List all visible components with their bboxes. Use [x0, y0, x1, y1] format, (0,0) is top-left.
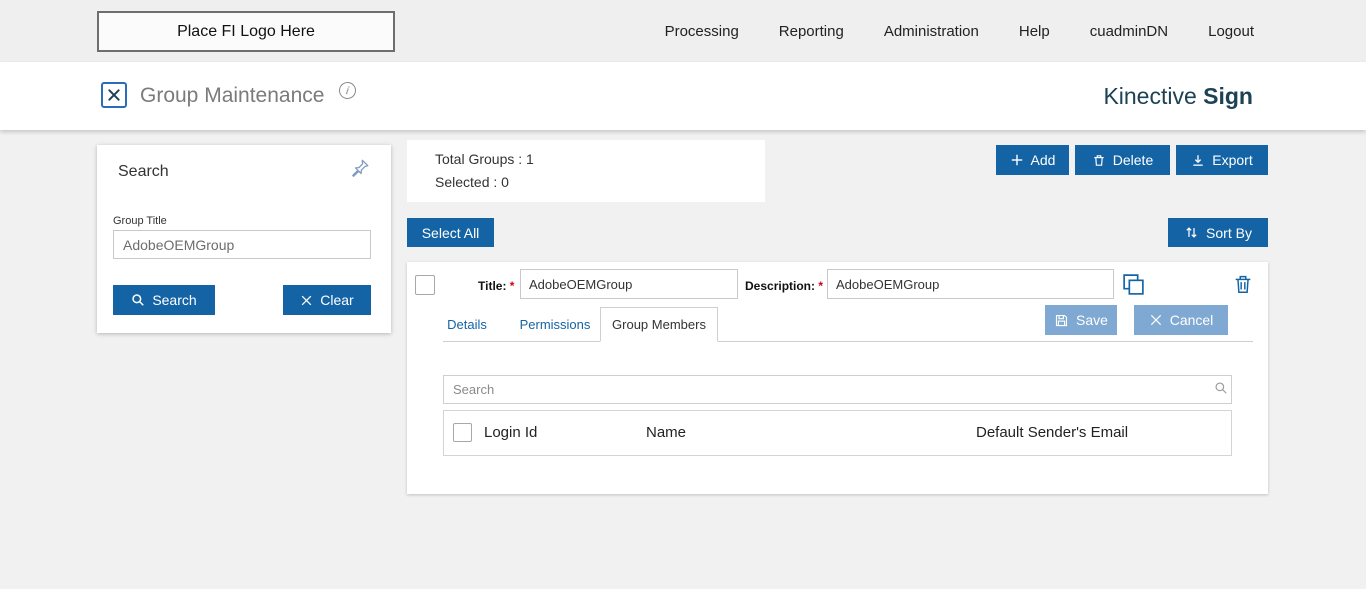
nav-item-reporting[interactable]: Reporting [779, 23, 844, 40]
app-screen: Place FI Logo Here Processing Reporting … [0, 0, 1366, 589]
members-table-header: Login Id Name Default Sender's Email [443, 410, 1232, 456]
tab-details[interactable]: Details [433, 308, 501, 341]
group-title-label: Group Title [113, 215, 167, 227]
brand-suffix: Sign [1203, 83, 1253, 109]
members-search-icon[interactable] [1214, 381, 1228, 400]
cancel-icon [1150, 314, 1161, 326]
search-icon [132, 294, 145, 306]
search-button[interactable]: Search [113, 285, 215, 315]
page-header: Group Maintenance i Kinective Sign [0, 62, 1366, 130]
clear-button[interactable]: Clear [283, 285, 371, 315]
search-button-label: Search [152, 292, 197, 308]
save-button-label: Save [1076, 312, 1108, 328]
description-required-marker: * [818, 279, 824, 293]
fi-logo-label: Place FI Logo Here [177, 22, 315, 40]
sort-icon [1186, 227, 1197, 238]
members-search-input[interactable] [443, 375, 1232, 404]
cancel-button-label: Cancel [1169, 312, 1214, 328]
nav-item-logout[interactable]: Logout [1208, 23, 1254, 40]
pin-icon[interactable] [349, 157, 371, 184]
top-bar: Place FI Logo Here Processing Reporting … [0, 0, 1366, 62]
nav-item-administration[interactable]: Administration [884, 23, 979, 40]
total-groups-text: Total Groups : 1 [435, 151, 534, 167]
title-label-text: Title: [478, 279, 507, 293]
page-title: Group Maintenance [140, 84, 325, 107]
save-icon [1055, 314, 1068, 326]
tabs-divider [443, 341, 1253, 342]
brand-name: Kinective [1103, 83, 1204, 109]
brand-logo: Kinective Sign [1103, 62, 1253, 130]
group-title-input[interactable] [113, 230, 371, 259]
actions-toolbar: Add Delete Export [996, 145, 1268, 175]
select-all-label: Select All [421, 224, 480, 241]
download-icon [1193, 154, 1203, 166]
members-select-all-checkbox[interactable] [453, 423, 472, 442]
main-nav: Processing Reporting Administration Help… [665, 0, 1254, 62]
selected-count-text: Selected : 0 [435, 174, 509, 190]
save-button[interactable]: Save [1045, 305, 1117, 335]
select-all-button[interactable]: Select All [407, 218, 494, 247]
info-icon[interactable]: i [337, 80, 358, 101]
clear-button-label: Clear [320, 292, 354, 308]
close-icon [301, 295, 312, 305]
fi-logo-placeholder[interactable]: Place FI Logo Here [97, 11, 395, 52]
description-field-label: Description: * [745, 279, 823, 293]
sort-by-label: Sort By [1206, 224, 1252, 241]
column-name: Name [646, 424, 687, 441]
nav-item-username[interactable]: cuadminDN [1090, 23, 1168, 40]
group-row-checkbox[interactable] [415, 275, 435, 295]
tab-group-members[interactable]: Group Members [600, 307, 718, 342]
add-button[interactable]: Add [996, 145, 1069, 175]
description-input[interactable] [827, 269, 1114, 299]
search-panel-title: Search [118, 163, 169, 180]
tab-permissions[interactable]: Permissions [511, 308, 599, 341]
row-trash-icon[interactable] [1232, 272, 1254, 301]
delete-button[interactable]: Delete [1075, 145, 1170, 175]
group-edit-panel: Title: * Description: * Details Permissi… [407, 262, 1268, 494]
search-panel: Search Group Title Search Clear [97, 145, 391, 333]
group-maintenance-icon [101, 82, 127, 108]
plus-icon [1011, 154, 1022, 166]
cancel-button[interactable]: Cancel [1134, 305, 1228, 335]
trash-icon [1094, 154, 1104, 166]
delete-button-label: Delete [1112, 152, 1154, 168]
copy-icon[interactable] [1121, 272, 1146, 302]
sort-by-button[interactable]: Sort By [1168, 218, 1268, 247]
export-button-label: Export [1212, 152, 1253, 168]
title-field-label: Title: * [478, 279, 514, 293]
title-required-marker: * [509, 279, 515, 293]
column-login-id: Login Id [484, 424, 538, 441]
export-button[interactable]: Export [1176, 145, 1268, 175]
description-label-text: Description: [745, 279, 816, 293]
summary-box: Total Groups : 1 Selected : 0 [407, 140, 765, 202]
add-button-label: Add [1030, 152, 1056, 168]
column-default-sender-email: Default Sender's Email [976, 424, 1129, 441]
nav-item-processing[interactable]: Processing [665, 23, 739, 40]
nav-item-help[interactable]: Help [1019, 23, 1050, 40]
title-input[interactable] [520, 269, 738, 299]
